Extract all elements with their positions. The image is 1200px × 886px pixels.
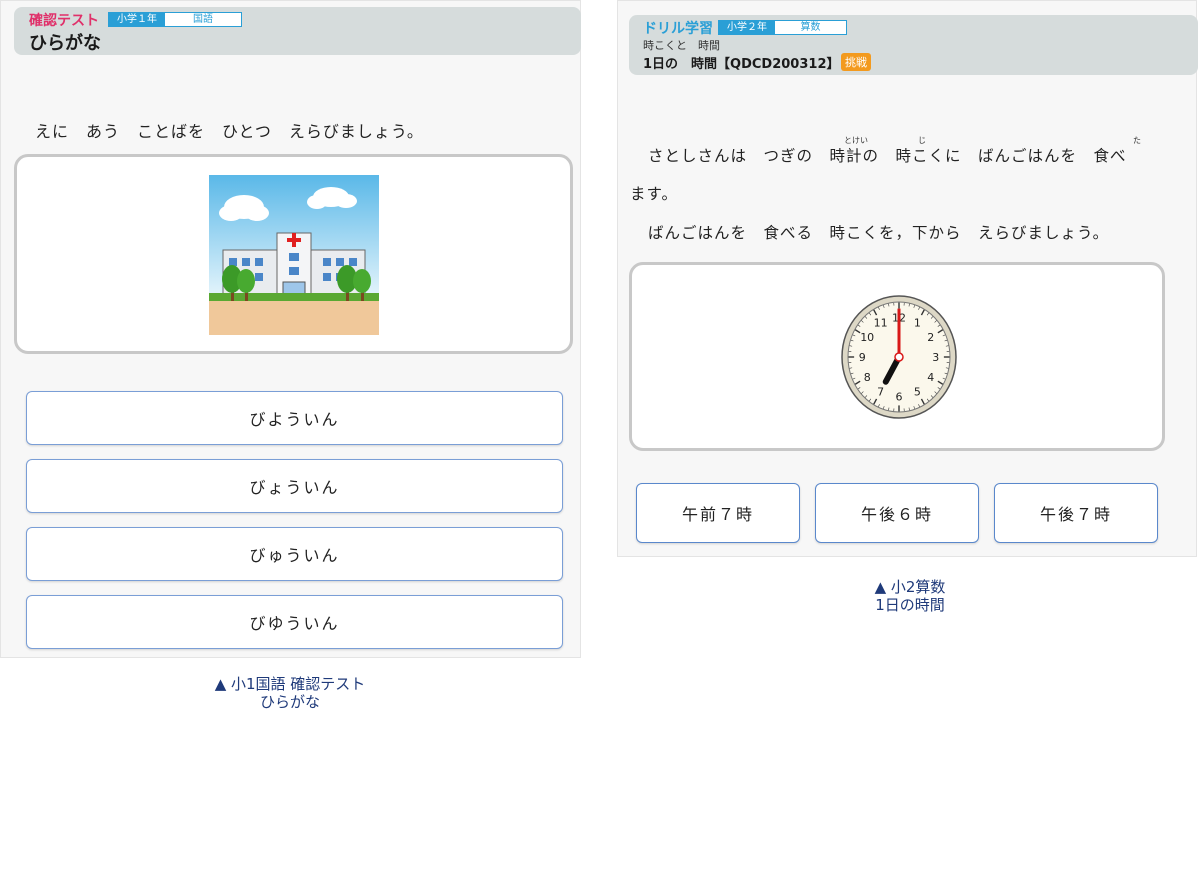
clock-numeral: 7 bbox=[877, 385, 884, 398]
brand-label: ドリル学習 bbox=[643, 21, 713, 37]
grade-tag: 小学２年 bbox=[719, 21, 775, 34]
question-line-2: ます。 bbox=[630, 185, 678, 203]
answer-option-3[interactable]: びゅういん bbox=[26, 527, 563, 581]
page-title: 1日の 時間【QDCD200312】 bbox=[643, 57, 840, 72]
right-caption-line1: ▲ 小2算数 bbox=[874, 578, 946, 596]
clock-numeral: 6 bbox=[896, 391, 903, 404]
left-caption-line1: ▲ 小1国語 確認テスト bbox=[214, 675, 366, 693]
subject-tag: 算数 bbox=[775, 21, 846, 34]
right-caption: ▲ 小2算数 1日の時間 bbox=[810, 578, 1010, 614]
clock-numeral: 4 bbox=[927, 371, 934, 384]
clock-numeral: 1 bbox=[914, 317, 921, 330]
left-caption: ▲ 小1国語 確認テスト ひらがな bbox=[190, 675, 390, 711]
ruby-ta: た bbox=[1133, 136, 1141, 145]
brand-label: 確認テスト bbox=[29, 13, 99, 29]
image-box bbox=[14, 154, 573, 354]
grade-subject-tag: 小学２年 算数 bbox=[718, 20, 847, 35]
clock-numeral: 3 bbox=[932, 351, 939, 364]
clock-numeral: 8 bbox=[864, 371, 871, 384]
clock-numeral: 9 bbox=[859, 351, 866, 364]
grade-subject-tag: 小学１年 国語 bbox=[108, 12, 242, 27]
hospital-illustration bbox=[209, 175, 379, 335]
answer-option-2[interactable]: 午後６時 bbox=[815, 483, 979, 543]
unit-label: 時こくと 時間 bbox=[643, 39, 720, 52]
answer-option-4[interactable]: びゆういん bbox=[26, 595, 563, 649]
clock-box: 121234567891011 bbox=[629, 262, 1165, 451]
right-caption-line2: 1日の時間 bbox=[875, 596, 945, 614]
challenge-badge: 挑戦 bbox=[841, 53, 871, 71]
question-line-1: さとしさんは つぎの 時計の 時こくに ばんごはんを 食べ bbox=[648, 147, 1127, 165]
subject-tag: 国語 bbox=[165, 13, 241, 26]
clock-numeral: 11 bbox=[874, 317, 888, 330]
question-line-3: ばんごはんを 食べる 時こくを，下から えらびましょう。 bbox=[648, 224, 1110, 242]
clock-numeral: 2 bbox=[927, 331, 934, 344]
answer-option-3[interactable]: 午後７時 bbox=[994, 483, 1158, 543]
page-title: ひらがな bbox=[29, 33, 101, 54]
clock-numeral: 10 bbox=[860, 331, 874, 344]
left-caption-line2: ひらがな bbox=[259, 693, 320, 711]
left-quiz-panel: 確認テスト 小学１年 国語 ひらがな えに あう ことばを ひとつ えらびましょ… bbox=[0, 0, 581, 658]
question-text: えに あう ことばを ひとつ えらびましょう。 bbox=[35, 122, 424, 141]
right-quiz-panel: ドリル学習 小学２年 算数 時こくと 時間 1日の 時間【QDCD200312】… bbox=[617, 0, 1198, 557]
grade-tag: 小学１年 bbox=[109, 13, 165, 26]
answer-option-1[interactable]: びよういん bbox=[26, 391, 563, 445]
clock-numeral: 5 bbox=[914, 385, 921, 398]
answer-option-2[interactable]: びょういん bbox=[26, 459, 563, 513]
clock-icon: 121234567891011 bbox=[841, 295, 957, 419]
answer-option-1[interactable]: 午前７時 bbox=[636, 483, 800, 543]
